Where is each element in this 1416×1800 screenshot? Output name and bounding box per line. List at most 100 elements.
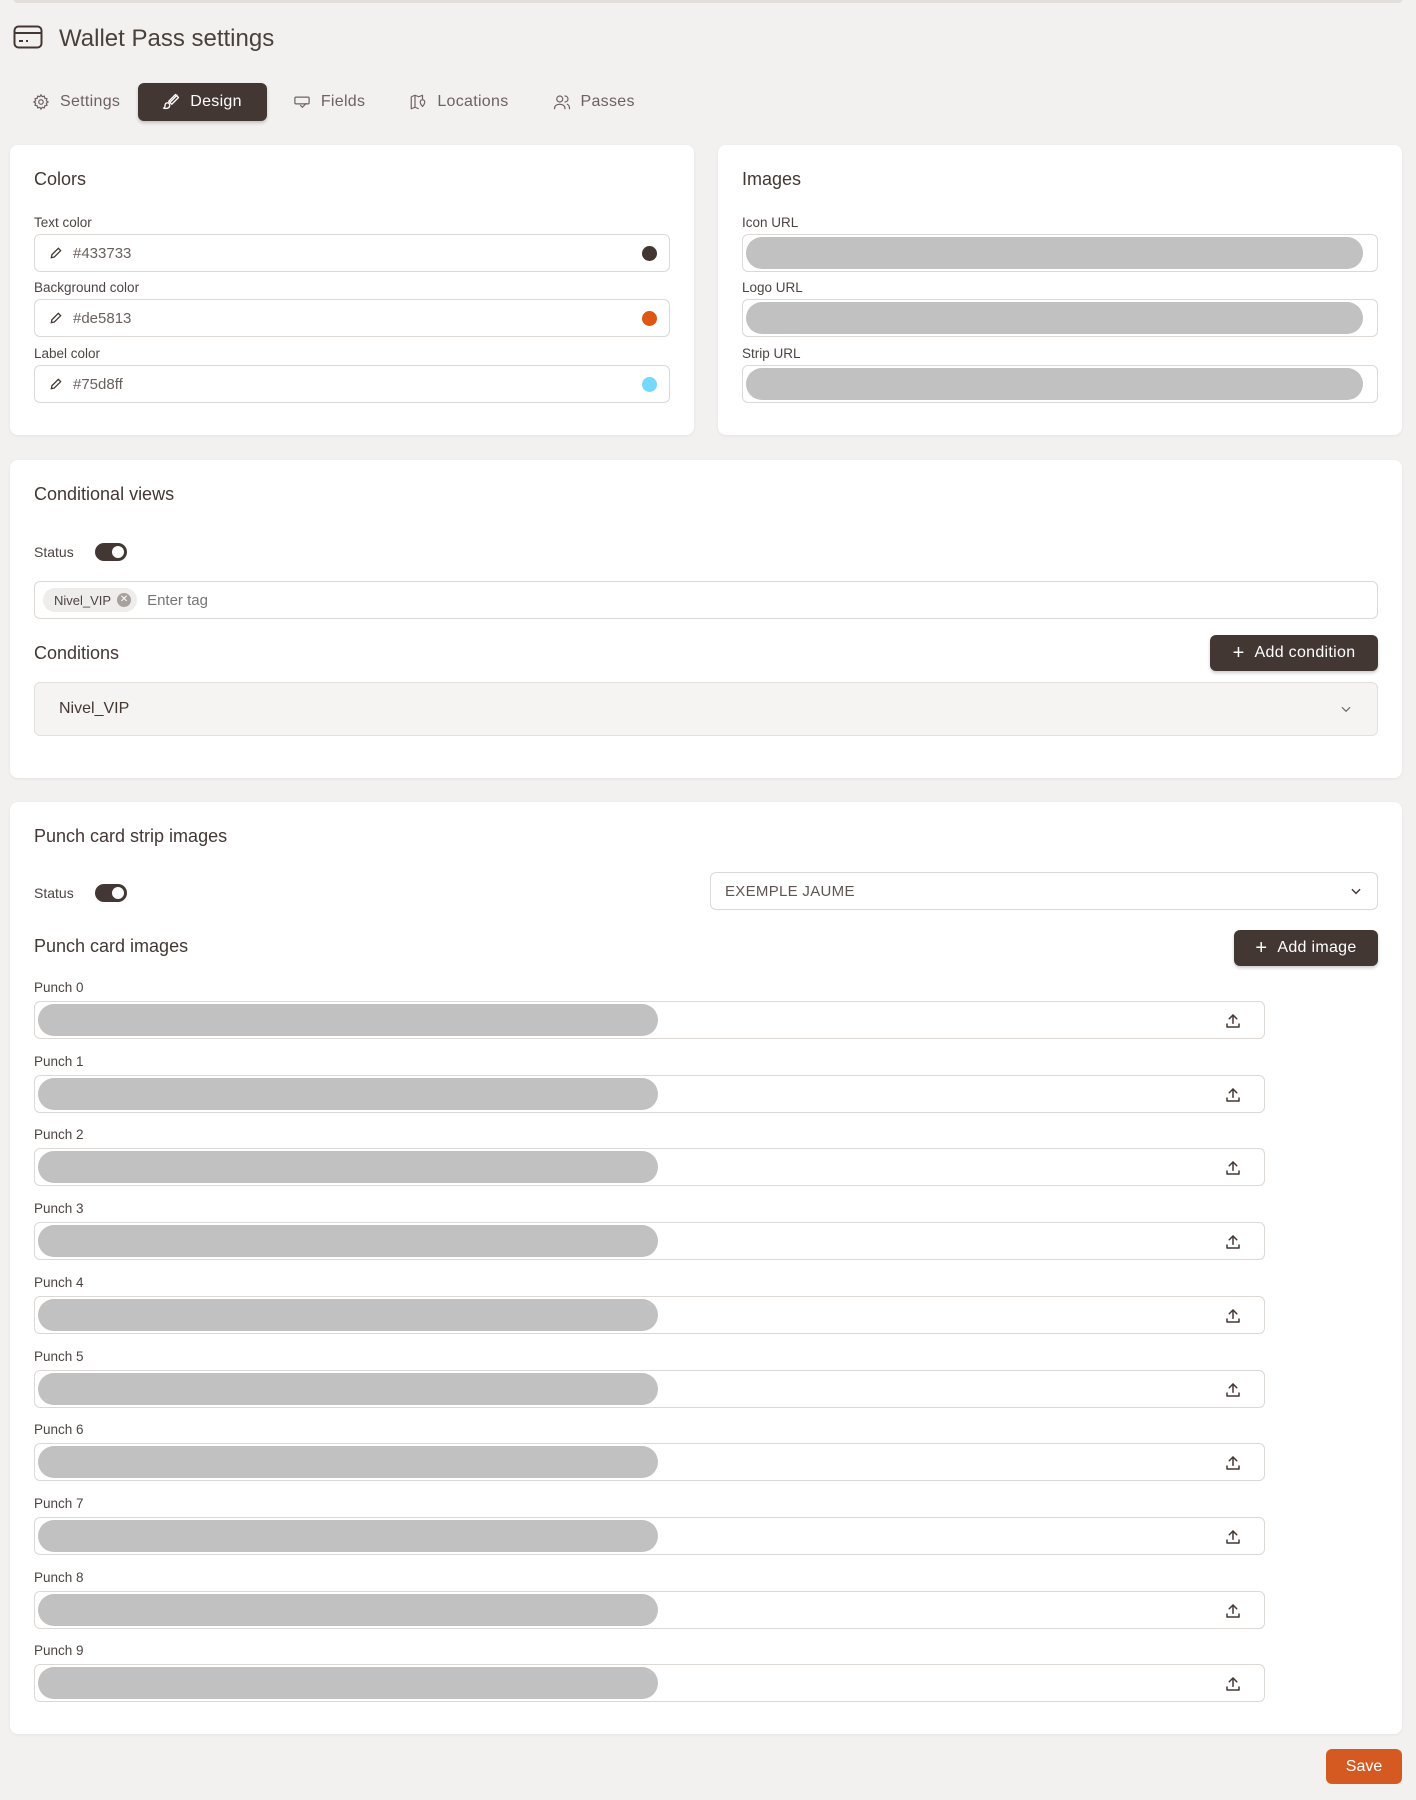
strip-template-value: EXEMPLE JAUME	[725, 882, 855, 900]
conditions-title: Conditions	[34, 643, 120, 663]
punch-image-input[interactable]	[34, 1075, 1265, 1113]
text-color-value: #433733	[73, 244, 132, 262]
fields-icon	[294, 96, 310, 109]
pencil-icon	[50, 312, 62, 324]
page-header: Wallet Pass settings	[13, 22, 274, 56]
upload-icon[interactable]	[1224, 1675, 1242, 1693]
add-image-button[interactable]: + Add image	[1234, 930, 1378, 966]
tab-design[interactable]: Design	[138, 83, 267, 121]
pencil-icon	[50, 378, 62, 390]
status-label: Status	[34, 544, 74, 560]
punch-image-input[interactable]	[34, 1517, 1265, 1555]
tab-label: Fields	[320, 93, 366, 110]
colors-title: Colors	[34, 169, 87, 189]
punch-label: Punch 4	[34, 1275, 84, 1290]
background-color-label: Background color	[34, 280, 140, 295]
upload-icon[interactable]	[1224, 1528, 1242, 1546]
punch-card-images-title: Punch card images	[34, 936, 189, 956]
colors-card: Colors Text color #433733 Background col…	[10, 145, 694, 435]
redacted-value	[38, 1594, 658, 1626]
text-color-label: Text color	[34, 215, 92, 230]
punch-image-input[interactable]	[34, 1370, 1265, 1408]
text-color-swatch[interactable]	[642, 245, 657, 261]
label-color-value: #75d8ff	[73, 375, 123, 393]
redacted-value	[38, 1299, 658, 1331]
redacted-value	[38, 1446, 658, 1478]
page-title: Wallet Pass settings	[59, 25, 275, 52]
tag-chip: Nivel_VIP ✕	[43, 588, 138, 612]
punch-image-input[interactable]	[34, 1148, 1265, 1186]
punch-label: Punch 2	[34, 1127, 84, 1142]
status-toggle[interactable]	[95, 543, 127, 561]
upload-icon[interactable]	[1224, 1233, 1242, 1251]
redacted-value	[38, 1004, 658, 1036]
tab-fields[interactable]: Fields	[283, 83, 375, 121]
top-divider	[14, 0, 1402, 3]
tag-input[interactable]: Nivel_VIP ✕	[34, 581, 1378, 619]
icon-url-label: Icon URL	[742, 215, 799, 230]
chevron-down-icon	[1351, 888, 1361, 895]
brush-icon	[163, 93, 180, 110]
punch-image-input[interactable]	[34, 1001, 1265, 1039]
tab-passes[interactable]: Passes	[543, 83, 645, 121]
background-color-value: #de5813	[73, 309, 132, 327]
credit-card-icon	[13, 25, 43, 54]
punch-label: Punch 6	[34, 1422, 84, 1437]
punch-label: Punch 7	[34, 1496, 84, 1511]
chevron-down-icon	[1341, 706, 1351, 713]
strip-template-select[interactable]: EXEMPLE JAUME	[710, 872, 1378, 910]
images-title: Images	[742, 169, 802, 189]
punch-image-input[interactable]	[34, 1296, 1265, 1334]
upload-icon[interactable]	[1224, 1159, 1242, 1177]
logo-url-label: Logo URL	[742, 280, 803, 295]
redacted-value	[746, 302, 1363, 334]
label-color-input[interactable]: #75d8ff	[34, 365, 670, 403]
map-icon	[410, 94, 426, 110]
tag-chip-label: Nivel_VIP	[54, 592, 112, 608]
status-toggle[interactable]	[95, 884, 127, 902]
punch-image-input[interactable]	[34, 1591, 1265, 1629]
icon-url-input[interactable]	[742, 234, 1378, 272]
tab-settings[interactable]: Settings	[22, 83, 130, 121]
strip-url-input[interactable]	[742, 365, 1378, 403]
upload-icon[interactable]	[1224, 1012, 1242, 1030]
tag-text-field[interactable]	[147, 591, 1369, 609]
add-image-label: Add image	[1277, 939, 1357, 956]
conditional-views-title: Conditional views	[34, 484, 175, 504]
gear-icon	[32, 93, 50, 111]
punch-label: Punch 3	[34, 1201, 84, 1216]
logo-url-input[interactable]	[742, 299, 1378, 337]
background-color-swatch[interactable]	[642, 310, 657, 326]
punch-image-input[interactable]	[34, 1222, 1265, 1260]
punch-label: Punch 9	[34, 1643, 84, 1658]
text-color-input[interactable]: #433733	[34, 234, 670, 272]
background-color-input[interactable]: #de5813	[34, 299, 670, 337]
label-color-swatch[interactable]	[642, 376, 657, 392]
status-label: Status	[34, 885, 74, 901]
tab-bar: Settings Design Fields Locations Passes	[22, 83, 645, 121]
condition-accordion[interactable]: Nivel_VIP	[34, 682, 1378, 736]
plus-icon: +	[1255, 937, 1268, 959]
punch-label: Punch 0	[34, 980, 84, 995]
save-button[interactable]: Save	[1326, 1749, 1402, 1784]
punch-image-input[interactable]	[34, 1443, 1265, 1481]
add-condition-button[interactable]: + Add condition	[1210, 635, 1378, 671]
redacted-value	[38, 1667, 658, 1699]
users-icon	[553, 95, 570, 110]
upload-icon[interactable]	[1224, 1381, 1242, 1399]
upload-icon[interactable]	[1224, 1454, 1242, 1472]
redacted-value	[38, 1078, 658, 1110]
tab-locations[interactable]: Locations	[399, 83, 518, 121]
label-color-label: Label color	[34, 346, 101, 361]
remove-tag-icon[interactable]: ✕	[117, 593, 132, 607]
tab-label: Settings	[60, 93, 121, 110]
punch-image-input[interactable]	[34, 1664, 1265, 1702]
conditional-views-card: Conditional views Status Nivel_VIP ✕ Con…	[10, 460, 1402, 778]
pencil-icon	[50, 247, 62, 259]
images-card: Images Icon URL Logo URL Strip URL	[718, 145, 1402, 435]
upload-icon[interactable]	[1224, 1086, 1242, 1104]
upload-icon[interactable]	[1224, 1602, 1242, 1620]
tab-label: Locations	[437, 93, 509, 110]
redacted-value	[38, 1225, 658, 1257]
upload-icon[interactable]	[1224, 1307, 1242, 1325]
